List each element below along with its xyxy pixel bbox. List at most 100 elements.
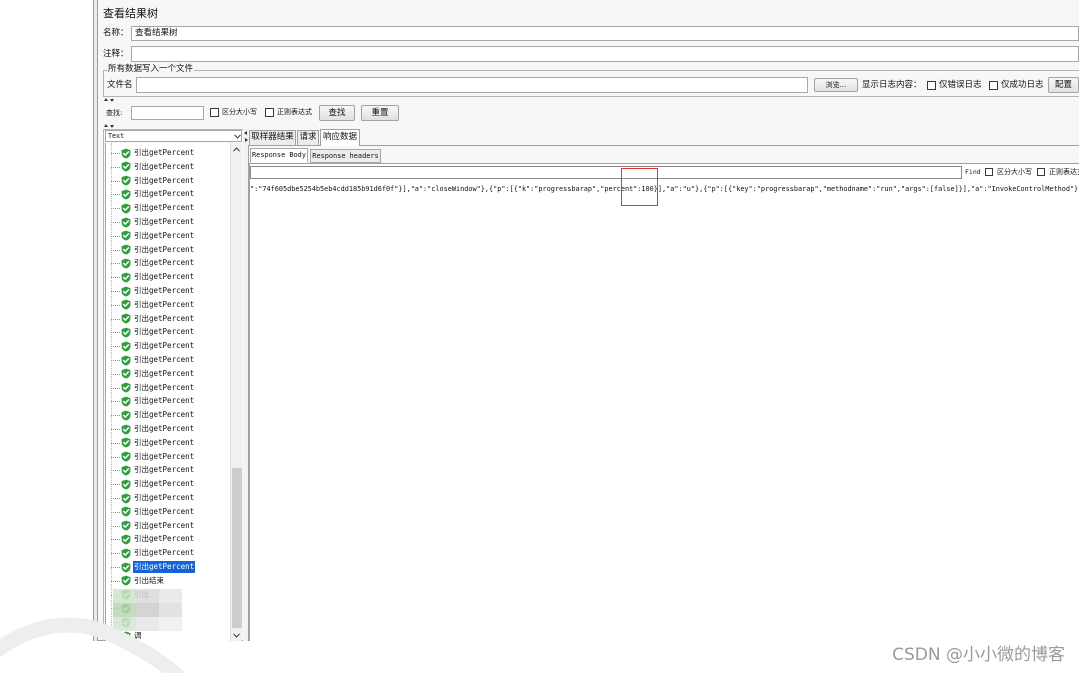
tab-response-headers[interactable]: Response headers: [310, 149, 381, 163]
screen: 查看结果树 名称： 查看结果树 注释： 所有数据写入一个文件 文件名 浏览...…: [0, 0, 1079, 673]
renderer-select[interactable]: Text: [105, 130, 242, 142]
comment-input[interactable]: [131, 46, 1079, 62]
tree-item[interactable]: 引出getPercent: [106, 408, 229, 422]
tree-item[interactable]: 引出getPercent: [106, 353, 229, 367]
tree-item[interactable]: 引出getPercent: [106, 491, 229, 505]
case-sensitive-checkbox[interactable]: [210, 108, 219, 117]
success-shield-icon: [121, 382, 131, 393]
tree-connector: [111, 166, 120, 168]
response-regex-checkbox[interactable]: [1037, 168, 1045, 176]
tree-connector: [111, 222, 120, 223]
tree-item-label: 引出getPercent: [134, 382, 195, 392]
success-shield-icon: [121, 520, 131, 531]
tree-item[interactable]: 引出getPercent: [106, 146, 229, 160]
tree-connector: [111, 429, 120, 430]
tab-response-data[interactable]: 响应数据: [320, 129, 360, 146]
name-input[interactable]: 查看结果树: [131, 26, 1079, 41]
filename-input[interactable]: [136, 77, 808, 93]
tree-item-label: 引出getPercent: [134, 368, 195, 378]
tree-item[interactable]: 引出getPercent: [106, 532, 229, 546]
tree-connector: [111, 249, 120, 251]
collapse-up-icon[interactable]: [104, 124, 108, 127]
tree-item[interactable]: 引出getPercent: [106, 187, 229, 201]
tree-connector: [111, 567, 120, 568]
response-find-input[interactable]: [250, 166, 962, 179]
tree-item[interactable]: 引出getPercent: [106, 243, 229, 257]
configure-button-label: 配置: [1054, 80, 1072, 90]
tree-item[interactable]: 引出getPercent: [106, 270, 229, 284]
tree-item[interactable]: 引出getPercent: [106, 477, 229, 491]
expand-down-icon[interactable]: [110, 125, 114, 128]
subtab-label: Response headers: [312, 152, 379, 160]
tree-connector: [111, 525, 120, 527]
success-only-label: 仅成功日志: [1001, 80, 1044, 90]
search-input[interactable]: [131, 106, 204, 120]
scroll-up-icon[interactable]: [233, 147, 240, 152]
configure-button[interactable]: 配置: [1048, 77, 1079, 93]
regex-checkbox[interactable]: [265, 108, 274, 117]
response-case-sensitive-checkbox[interactable]: [985, 168, 993, 176]
tree-item[interactable]: 引出getPercent: [106, 215, 229, 229]
success-shield-icon: [121, 230, 131, 241]
tree-item[interactable]: 引出getPercent: [106, 298, 229, 312]
collapse-left-icon[interactable]: [244, 131, 247, 135]
tree-connector: [111, 277, 120, 279]
tree-item[interactable]: 引出getPercent: [106, 229, 229, 243]
tree-item[interactable]: 引出getPercent: [106, 312, 229, 326]
errors-only-checkbox[interactable]: [927, 81, 936, 90]
tree-item-label: 引出getPercent: [134, 161, 195, 171]
tree-item[interactable]: 引出getPercent: [106, 463, 229, 477]
tree-scrollbar[interactable]: [230, 143, 242, 641]
tree-item[interactable]: 引出getPercent: [106, 160, 229, 174]
tree-item[interactable]: 引出getPercent: [106, 422, 229, 436]
tree-item[interactable]: 引出getPercent: [106, 394, 229, 408]
search-label: 查找:: [106, 109, 123, 117]
find-button[interactable]: 查找: [319, 105, 355, 121]
splitter-middle[interactable]: [103, 123, 1079, 129]
tree-item-label: 引出getPercent: [134, 217, 195, 226]
scroll-down-icon[interactable]: [233, 633, 240, 638]
tree-item-label: 引出getPercent: [134, 175, 195, 185]
tree-connector: [111, 498, 120, 499]
tab-request[interactable]: 请求: [297, 130, 319, 145]
expand-right-icon[interactable]: [245, 138, 248, 142]
reset-button[interactable]: 重置: [361, 105, 399, 121]
success-shield-icon: [121, 299, 131, 310]
tree-item[interactable]: 引出getPercent: [106, 560, 229, 574]
tree-item[interactable]: 引出结束: [106, 574, 229, 588]
tree-item-label: 引出getPercent: [134, 465, 195, 475]
success-only-checkbox[interactable]: [989, 81, 998, 90]
browse-button[interactable]: 浏览...: [814, 78, 858, 92]
name-input-value: 查看结果树: [135, 28, 178, 38]
tree-item[interactable]: 引出getPercent: [106, 339, 229, 353]
tree-item[interactable]: 引出getPercent: [106, 256, 229, 270]
tab-sampler-result[interactable]: 取样器结果: [249, 130, 296, 145]
tree-item[interactable]: 引出getPercent: [106, 174, 229, 188]
scroll-thumb[interactable]: [232, 468, 242, 628]
results-tree[interactable]: 引出getPercent 引出getPercent 引出getPercent 引出ge…: [105, 143, 230, 641]
tree-connector: [111, 346, 120, 348]
chevron-down-icon: [234, 134, 241, 139]
expand-down-icon[interactable]: [110, 99, 114, 102]
tree-item-label: 引出getPercent: [134, 396, 195, 406]
splitter-top[interactable]: [103, 97, 1079, 103]
tree-item[interactable]: 引出getPercent: [106, 546, 229, 560]
tree-item[interactable]: 引出getPercent: [106, 367, 229, 381]
tree-item[interactable]: 引出getPercent: [106, 450, 229, 464]
success-shield-icon: [121, 493, 131, 503]
tree-connector: [111, 387, 120, 389]
tree-rows: 引出getPercent 引出getPercent 引出getPercent 引出ge…: [106, 143, 230, 641]
collapse-up-icon[interactable]: [104, 98, 108, 101]
tree-item[interactable]: 引出getPercent: [106, 201, 229, 215]
tree-item[interactable]: 引出getPercent: [106, 284, 229, 298]
tree-item[interactable]: 引出getPercent: [106, 325, 229, 339]
file-fieldset-legend: 所有数据写入一个文件: [107, 64, 195, 75]
tree-item[interactable]: 引出getPercent: [106, 436, 229, 450]
tree-item-label: 引出getPercent: [134, 506, 195, 516]
tree-connector: [111, 580, 120, 582]
success-shield-icon: [121, 437, 131, 448]
tree-item[interactable]: 引出getPercent: [106, 381, 229, 395]
tree-item[interactable]: 引出getPercent: [106, 519, 229, 533]
tree-item[interactable]: 引出getPercent: [106, 505, 229, 519]
tab-response-body[interactable]: Response Body: [250, 148, 308, 163]
